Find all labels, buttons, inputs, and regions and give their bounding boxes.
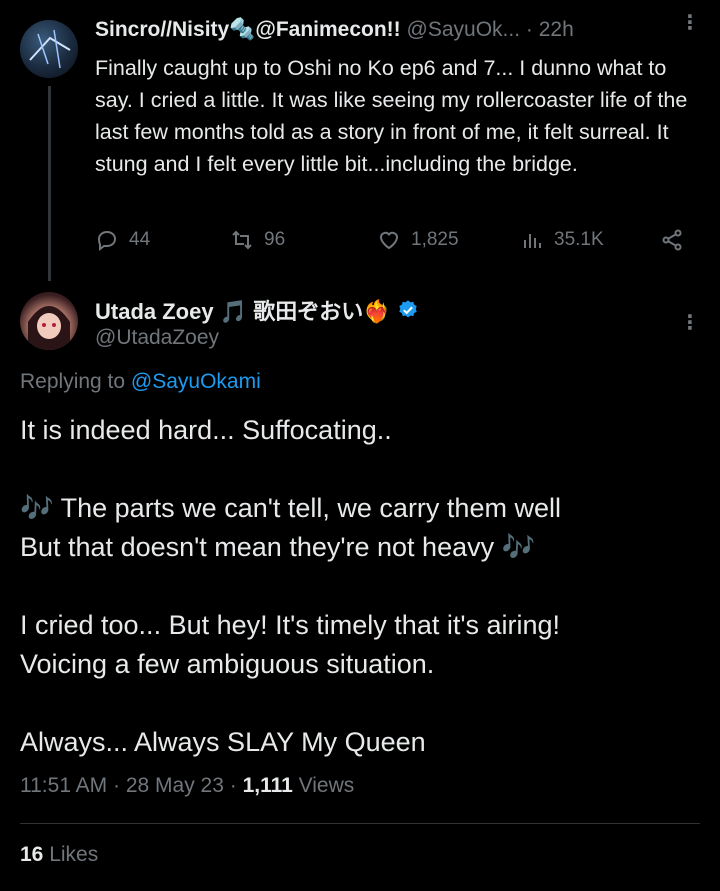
- views-button[interactable]: 35.1K: [520, 228, 604, 252]
- reply-paragraph: 🎶 The parts we can't tell, we carry them…: [20, 493, 561, 523]
- reply-likes-summary[interactable]: 16 Likes: [20, 843, 98, 867]
- analytics-icon: [524, 234, 541, 248]
- heart-icon: [379, 231, 399, 250]
- reply-paragraph: Voicing a few ambiguous situation.: [20, 649, 435, 679]
- parent-more-options-icon[interactable]: ⋮: [680, 13, 700, 33]
- parent-author-name[interactable]: Sincro//Nisity🔩@Fanimecon!!: [95, 18, 401, 41]
- reply-count: 44: [129, 229, 151, 250]
- parent-author-handle[interactable]: @SayuOk...: [407, 18, 521, 41]
- reply-timestamp[interactable]: 11:51 AM · 28 May 23 ·: [20, 774, 243, 797]
- share-button[interactable]: [660, 228, 684, 252]
- replying-to-prefix: Replying to: [20, 370, 131, 393]
- reply-likes-label: Likes: [43, 843, 99, 866]
- avatar-art: [29, 29, 71, 69]
- reply-meta: 11:51 AM · 28 May 23 · 1,111 Views: [20, 774, 354, 798]
- reply-tweet-text: It is indeed hard... Suffocating.. 🎶 The…: [20, 411, 700, 762]
- reply-more-options-icon[interactable]: ⋮: [680, 310, 700, 335]
- reply-avatar[interactable]: [20, 292, 78, 350]
- retweet-button[interactable]: 96: [230, 228, 285, 252]
- retweet-icon: [232, 230, 252, 250]
- parent-avatar[interactable]: [20, 20, 78, 78]
- reply-author-name-row[interactable]: Utada Zoey 🎵 歌田ぞおい❤️‍🔥: [95, 294, 419, 326]
- reply-paragraph: It is indeed hard... Suffocating..: [20, 415, 392, 445]
- retweet-count: 96: [264, 229, 286, 250]
- reply-paragraph: I cried too... But hey! It's timely that…: [20, 610, 561, 640]
- reply-likes-count: 16: [20, 843, 44, 866]
- share-icon: [662, 229, 682, 251]
- avatar-art: [28, 306, 70, 350]
- parent-action-bar: 44 96 1,825 35.1K: [95, 228, 695, 260]
- reply-button[interactable]: 44: [95, 228, 150, 252]
- verified-badge-icon: [398, 300, 417, 318]
- like-count: 1,825: [411, 229, 459, 250]
- like-button[interactable]: 1,825: [377, 228, 459, 252]
- reply-icon: [97, 230, 117, 251]
- reply-paragraph: But that doesn't mean they're not heavy …: [20, 532, 536, 562]
- reply-author-name[interactable]: Utada Zoey 🎵 歌田ぞおい❤️‍🔥: [95, 294, 391, 326]
- parent-header: Sincro//Nisity🔩@Fanimecon!! @SayuOk... ·…: [95, 18, 707, 42]
- replying-to-link[interactable]: @SayuOkami: [131, 370, 261, 393]
- replying-to-line: Replying to @SayuOkami: [20, 370, 261, 394]
- reply-paragraph: Always... Always SLAY My Queen: [20, 727, 426, 757]
- thread-line: [48, 86, 51, 281]
- views-count: 35.1K: [554, 229, 604, 250]
- reply-views-count: 1,111: [242, 774, 293, 797]
- parent-tweet-text: Finally caught up to Oshi no Ko ep6 and …: [95, 56, 688, 176]
- reply-author-handle[interactable]: @UtadaZoey: [95, 326, 219, 350]
- divider: [20, 823, 700, 824]
- reply-views-label: Views: [292, 774, 355, 797]
- parent-timestamp[interactable]: · 22h: [526, 18, 574, 41]
